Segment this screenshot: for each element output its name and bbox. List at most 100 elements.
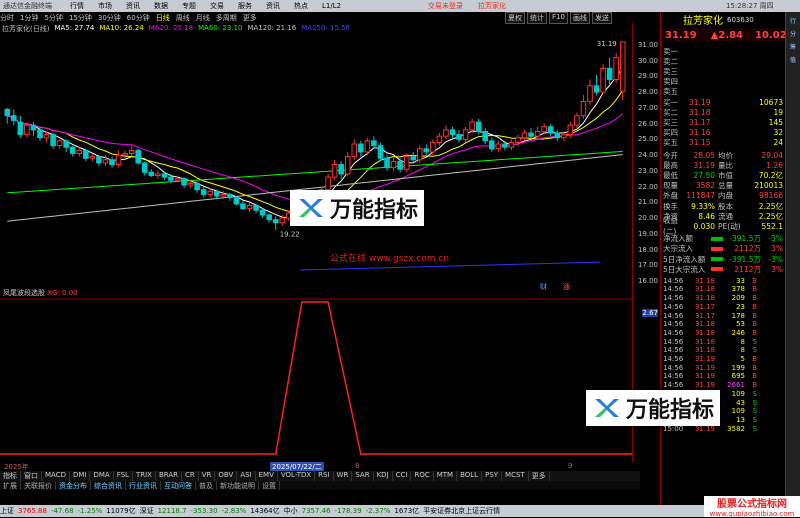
- menu-item[interactable]: 行情: [70, 1, 84, 11]
- tick-qty: 695: [731, 372, 745, 381]
- indicator-tab[interactable]: PSY: [482, 471, 503, 481]
- period-tab[interactable]: 多周期: [216, 13, 237, 23]
- indicator-tab[interactable]: VOL-TDX: [278, 471, 316, 481]
- extension-tab[interactable]: 新功能说明: [217, 481, 259, 490]
- indicator-tab[interactable]: FSL: [114, 471, 133, 481]
- indicator-tab[interactable]: EMV: [256, 471, 278, 481]
- bid-qty: 24: [773, 138, 783, 148]
- tick-time: 14:56: [663, 294, 684, 303]
- price-tick: 17.00: [637, 261, 658, 270]
- candle: [580, 101, 587, 117]
- candle: [168, 176, 174, 181]
- indicator-tab[interactable]: WR: [334, 471, 353, 481]
- period-tab[interactable]: 60分钟: [127, 13, 150, 23]
- extension-tab[interactable]: 扩展: [0, 481, 21, 490]
- candle: [515, 137, 521, 143]
- quote-title: 拉芳家化 603630: [661, 14, 785, 28]
- event-marker[interactable]: 涨: [563, 282, 570, 291]
- candle: [17, 121, 24, 136]
- side-button[interactable]: 行: [786, 16, 800, 25]
- indicator-tab[interactable]: DMA: [90, 471, 114, 481]
- menu-item[interactable]: 市场: [98, 1, 112, 11]
- indicator-tab[interactable]: SAR: [352, 471, 374, 481]
- indicator-tab[interactable]: MACD: [42, 471, 70, 481]
- period-tab[interactable]: 周线: [176, 13, 190, 23]
- indicator-tab[interactable]: TRIX: [133, 471, 156, 481]
- stock-name-tab[interactable]: 拉芳家化: [478, 1, 506, 11]
- period-tab[interactable]: 分时: [0, 13, 14, 23]
- candle: [213, 190, 220, 197]
- indicator-chart[interactable]: [0, 294, 632, 462]
- indicator-tab[interactable]: ROC: [411, 471, 434, 481]
- period-tab[interactable]: 更多: [243, 13, 257, 23]
- tick-price: 31.18: [694, 328, 715, 337]
- menu-item[interactable]: L1/L2: [322, 2, 341, 10]
- side-button[interactable]: 值: [786, 55, 800, 64]
- candle: [109, 159, 115, 166]
- indicator-tab[interactable]: DMI: [70, 471, 91, 481]
- period-tab[interactable]: 30分钟: [98, 13, 121, 23]
- indicator-tab[interactable]: BOLL: [457, 471, 483, 481]
- indicator-tab[interactable]: CR: [182, 471, 199, 481]
- extension-tab[interactable]: 关联报价: [21, 481, 56, 490]
- book-row: 收益(二) 0.030 PE(动) 552.1: [661, 216, 785, 236]
- extension-tab[interactable]: 互动问答: [161, 481, 196, 490]
- event-marker[interactable]: 财: [540, 282, 547, 291]
- tick-price: 31.19: [694, 372, 715, 381]
- candle: [541, 126, 547, 132]
- menu-item[interactable]: 服务: [238, 1, 252, 11]
- menu-item[interactable]: 交易: [210, 1, 224, 11]
- menu-item[interactable]: 资讯: [126, 1, 140, 11]
- indicator-tab[interactable]: 更多: [529, 471, 550, 481]
- indicator-tab[interactable]: ASI: [237, 471, 256, 481]
- candle: [574, 115, 580, 126]
- indicator-tab[interactable]: BRAR: [156, 471, 182, 481]
- extension-tab[interactable]: 综合资讯: [91, 481, 126, 490]
- indicator-tab[interactable]: 窗口: [21, 471, 42, 481]
- flow-pct: 3%: [771, 244, 783, 254]
- stat-value: 1.26: [766, 160, 783, 170]
- tick-qty: 178: [731, 311, 745, 320]
- tick-dir: B: [752, 311, 757, 320]
- book-row: 大宗流入 2112万 3%: [661, 244, 785, 254]
- period-tab[interactable]: 15分钟: [69, 13, 92, 23]
- period-tab[interactable]: 月线: [196, 13, 210, 23]
- extension-tab[interactable]: 行业资讯: [126, 481, 161, 490]
- indicator-tab[interactable]: KDJ: [374, 471, 393, 481]
- tick-dir: B: [752, 381, 757, 390]
- indicator-tab[interactable]: MCST: [502, 471, 529, 481]
- candle: [344, 156, 351, 175]
- indicator-tab[interactable]: 指标: [0, 471, 21, 481]
- indicator-tab[interactable]: MTM: [434, 471, 458, 481]
- extension-tab[interactable]: 普及: [196, 481, 217, 490]
- candle: [37, 129, 43, 139]
- tick-row: 14:56 31.18 8 S: [661, 346, 785, 355]
- candle: [534, 130, 541, 137]
- candle: [266, 214, 272, 221]
- tick-time: 14:56: [663, 302, 684, 311]
- candle: [423, 148, 430, 153]
- menu-item[interactable]: 热点: [294, 1, 308, 11]
- app-title: 通达信金融终端: [3, 2, 52, 10]
- period-tab[interactable]: 5分钟: [44, 13, 62, 23]
- side-button[interactable]: 分: [786, 29, 800, 38]
- book-row: 5日大宗流入 2112万 3%: [661, 264, 785, 274]
- menu-item[interactable]: 资讯: [266, 1, 280, 11]
- menu-item[interactable]: 专题: [182, 1, 196, 11]
- menu-item[interactable]: 数据: [154, 1, 168, 11]
- candle: [377, 145, 384, 159]
- candle: [102, 159, 109, 164]
- indicator-tab[interactable]: RSI: [315, 471, 334, 481]
- trade-login-alert[interactable]: 交易未登录: [428, 1, 463, 11]
- indicator-tab[interactable]: VR: [199, 471, 216, 481]
- tick-row: 14:56 31.18 246 B: [661, 329, 785, 338]
- period-tab[interactable]: 日线: [156, 13, 170, 23]
- candlestick-chart[interactable]: 31.19 19.22 财 涨: [0, 23, 632, 294]
- candle: [502, 143, 508, 148]
- period-tab[interactable]: 1分钟: [20, 13, 38, 23]
- indicator-tab[interactable]: CCI: [393, 471, 412, 481]
- side-button[interactable]: 筹: [786, 42, 800, 51]
- extension-tab[interactable]: 设置: [259, 481, 280, 490]
- indicator-tab[interactable]: OBV: [215, 471, 238, 481]
- extension-tab[interactable]: 资金分布: [56, 481, 91, 490]
